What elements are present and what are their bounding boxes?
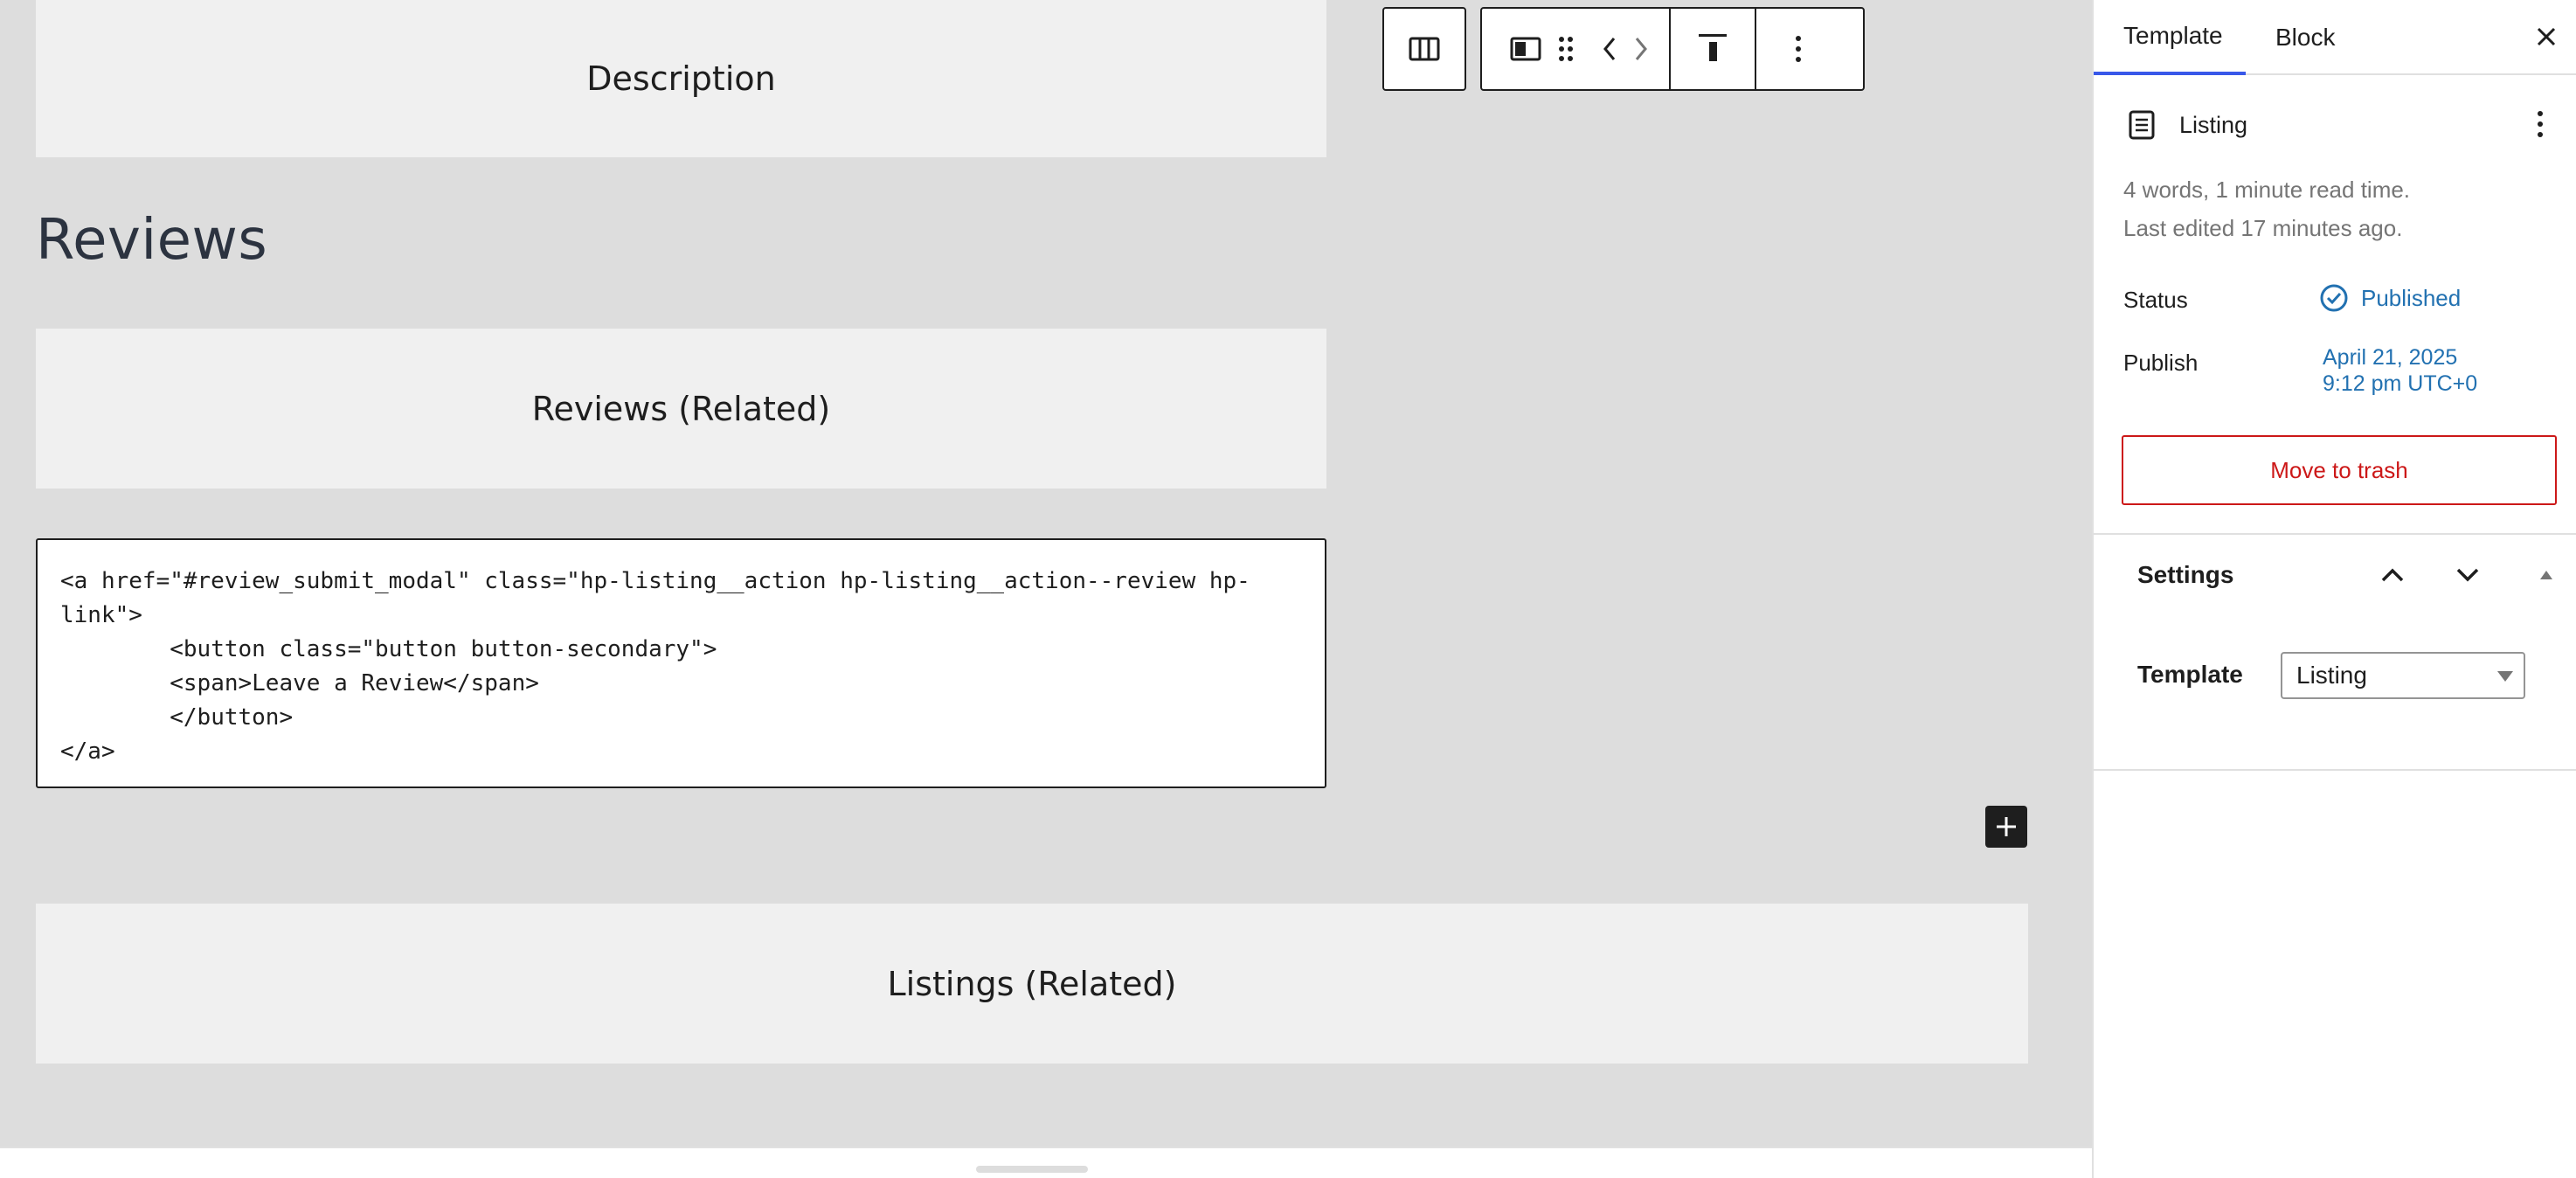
block-toolbar — [1480, 7, 1865, 91]
publish-date: April 21, 2025 — [2323, 345, 2458, 370]
select-parent-button[interactable] — [1384, 9, 1465, 89]
close-sidebar-button[interactable] — [2529, 19, 2564, 54]
move-right-icon — [1635, 38, 1647, 60]
move-right-button[interactable] — [1625, 9, 1657, 89]
reviews-related-label: Reviews (Related) — [531, 389, 831, 428]
tab-template-label: Template — [2123, 22, 2223, 49]
template-select-value: Listing — [2296, 662, 2367, 689]
move-left-icon — [1603, 38, 1616, 60]
parent-block-toolbar — [1382, 7, 1466, 91]
status-value: Published — [2361, 284, 2462, 311]
tab-block[interactable]: Block — [2275, 0, 2335, 75]
chevron-up-icon — [2381, 568, 2404, 582]
move-panel-down-button[interactable] — [2450, 559, 2485, 591]
custom-html-block[interactable]: <a href="#review_submit_modal" class="hp… — [36, 538, 1326, 788]
document-icon — [2129, 110, 2155, 140]
select-caret-icon — [2497, 671, 2513, 682]
published-check-icon — [2320, 284, 2348, 312]
html-code[interactable]: <a href="#review_submit_modal" class="hp… — [60, 565, 1302, 769]
caret-up-icon — [2540, 571, 2552, 579]
drag-handle[interactable] — [1548, 9, 1583, 89]
move-panel-up-button[interactable] — [2375, 559, 2410, 591]
publish-time: 9:12 pm UTC+0 — [2323, 371, 2478, 396]
editor-canvas: Description Reviews Reviews (Related) <a… — [0, 0, 2092, 1178]
status-label: Status — [2123, 287, 2188, 313]
reviews-heading[interactable]: Reviews — [36, 208, 267, 273]
align-top-icon — [1699, 34, 1727, 61]
word-count: 4 words, 1 minute read time. — [2123, 177, 2411, 203]
description-label: Description — [586, 59, 776, 98]
block-type-button[interactable] — [1503, 9, 1548, 89]
block-options-button[interactable] — [1756, 9, 1840, 89]
more-options-icon — [1796, 36, 1801, 62]
publish-date-button[interactable]: April 21, 2025 9:12 pm UTC+0 — [2323, 344, 2477, 397]
media-text-icon — [1510, 37, 1541, 61]
template-actions-button[interactable] — [2527, 108, 2553, 140]
plus-icon — [1997, 817, 2016, 836]
status-button[interactable]: Published — [2319, 283, 2461, 313]
template-select[interactable]: Listing — [2281, 652, 2525, 699]
last-edited: Last edited 17 minutes ago. — [2123, 215, 2403, 241]
add-block-button[interactable] — [1985, 806, 2027, 848]
template-name: Listing — [2179, 112, 2248, 138]
drag-handle-icon — [1559, 37, 1573, 61]
listings-related-label: Listings (Related) — [887, 964, 1177, 1003]
move-left-button[interactable] — [1594, 9, 1625, 89]
more-options-icon — [2538, 111, 2543, 137]
collapse-panel-button[interactable] — [2536, 565, 2557, 586]
tab-block-label: Block — [2275, 24, 2336, 51]
chevron-down-icon — [2456, 568, 2479, 582]
move-to-trash-button[interactable]: Move to trash — [2122, 435, 2557, 505]
section-divider — [2094, 769, 2576, 771]
settings-title: Settings — [2137, 561, 2234, 588]
section-divider — [2094, 533, 2576, 535]
tab-template[interactable]: Template — [2094, 0, 2246, 75]
close-icon — [2537, 27, 2556, 46]
sidebar-tabs: Template Block — [2094, 0, 2576, 75]
align-button[interactable] — [1671, 9, 1755, 89]
resize-handle[interactable] — [976, 1166, 1088, 1173]
listings-related-block[interactable]: Listings (Related) — [36, 904, 2028, 1064]
description-block[interactable]: Description — [36, 0, 1326, 157]
settings-sidebar: Template Block Listing 4 words, 1 minute… — [2092, 0, 2576, 1178]
move-to-trash-label: Move to trash — [2270, 456, 2408, 483]
reviews-related-block[interactable]: Reviews (Related) — [36, 329, 1326, 489]
publish-label: Publish — [2123, 350, 2199, 376]
columns-icon — [1409, 37, 1440, 61]
template-field-label: Template — [2137, 661, 2243, 688]
editor-footer — [0, 1147, 2092, 1178]
